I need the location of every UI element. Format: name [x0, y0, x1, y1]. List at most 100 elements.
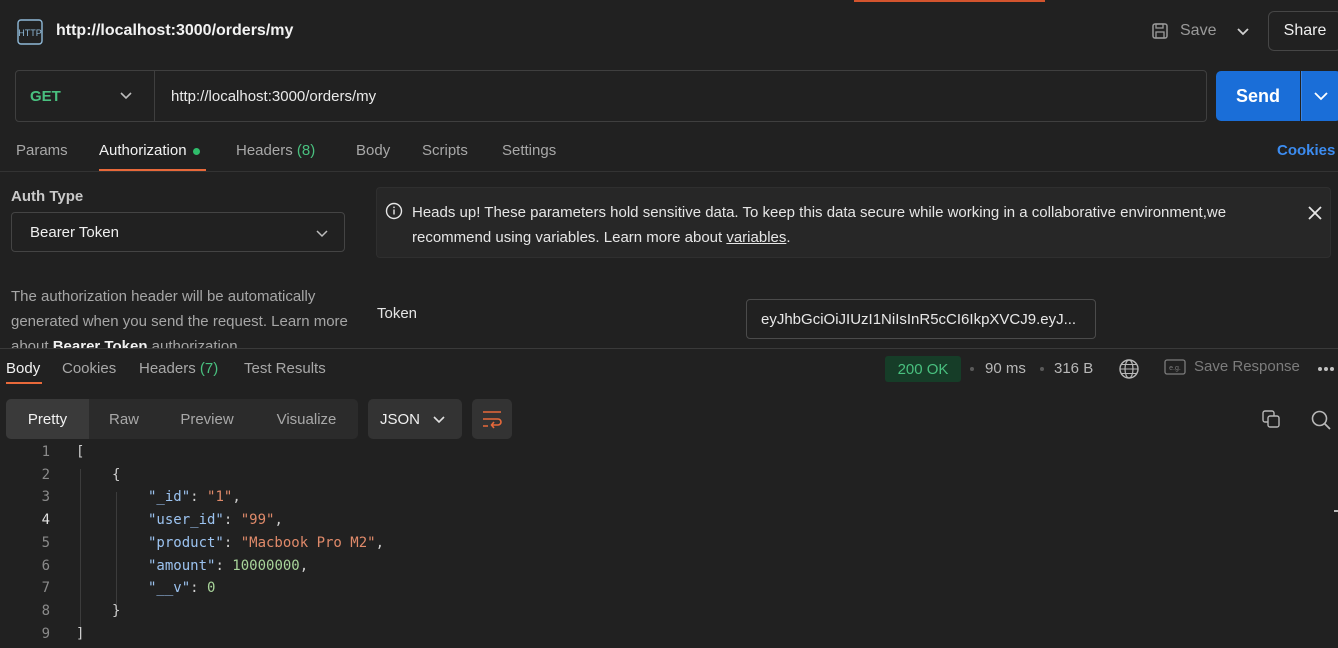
- response-time[interactable]: 90 ms: [985, 360, 1026, 377]
- tab-body[interactable]: Body: [356, 142, 390, 159]
- url-input[interactable]: [171, 85, 1181, 107]
- view-visualize-button[interactable]: Visualize: [255, 399, 358, 439]
- json-key: "_id": [148, 489, 191, 506]
- tab-authorization-label: Authorization: [99, 142, 187, 159]
- tab-settings[interactable]: Settings: [502, 142, 556, 159]
- code-text: {: [112, 466, 121, 483]
- separator-dot: [1040, 367, 1044, 371]
- share-button[interactable]: Share: [1268, 11, 1338, 51]
- scrollbar-marker[interactable]: [1334, 510, 1338, 512]
- response-headers-count: (7): [199, 360, 219, 377]
- variables-link[interactable]: variables: [726, 229, 786, 246]
- send-button[interactable]: Send: [1216, 71, 1300, 121]
- response-divider[interactable]: [0, 348, 1338, 349]
- info-icon: [385, 202, 403, 220]
- save-response-button[interactable]: e.g. Save Response: [1164, 358, 1300, 375]
- code-line: 4 "user_id": "99",: [0, 512, 1338, 535]
- auth-desc-link[interactable]: Bearer Token: [53, 338, 148, 348]
- divider: [0, 171, 1338, 172]
- json-value: "1": [207, 489, 233, 506]
- token-label: Token: [377, 305, 418, 322]
- auth-description: The authorization header will be automat…: [11, 284, 351, 348]
- json-key: "amount": [148, 557, 216, 574]
- line-number: 8: [41, 602, 50, 619]
- chevron-down-icon[interactable]: [1234, 22, 1252, 40]
- tab-authorization[interactable]: Authorization: [99, 142, 200, 159]
- url-bar: GET: [15, 70, 1207, 122]
- view-pretty-button[interactable]: Pretty: [6, 399, 89, 439]
- notice-end: .: [786, 229, 791, 246]
- line-number: 6: [41, 557, 50, 574]
- line-number: 3: [41, 489, 50, 506]
- code-line: 3 "_id": "1",: [0, 489, 1338, 512]
- window-accent-bar: [854, 0, 1045, 2]
- json-key: "product": [148, 534, 224, 551]
- method-select[interactable]: GET: [30, 88, 61, 105]
- wrap-lines-icon: [483, 411, 502, 429]
- code-line: 6 "amount": 10000000,: [0, 558, 1338, 581]
- separator-dot: [970, 367, 974, 371]
- json-key: "user_id": [148, 512, 224, 529]
- tab-headers-label: Headers: [236, 142, 293, 159]
- response-tab-cookies[interactable]: Cookies: [62, 360, 116, 377]
- svg-text:e.g.: e.g.: [1169, 365, 1181, 372]
- tab-params[interactable]: Params: [16, 142, 68, 159]
- code-text: ]: [76, 625, 85, 642]
- json-key: "__v": [148, 580, 191, 597]
- code-text: [: [76, 444, 85, 460]
- svg-text:HTTP: HTTP: [18, 28, 42, 38]
- copy-icon[interactable]: [1261, 409, 1281, 429]
- save-response-label: Save Response: [1194, 358, 1300, 375]
- tab-scripts[interactable]: Scripts: [422, 142, 468, 159]
- search-icon[interactable]: [1310, 409, 1332, 431]
- globe-icon[interactable]: [1118, 358, 1140, 380]
- more-options-icon[interactable]: [1317, 366, 1335, 372]
- save-label: Save: [1180, 22, 1217, 39]
- format-select[interactable]: JSON: [368, 399, 462, 439]
- tab-headers[interactable]: Headers (8): [236, 142, 315, 159]
- code-line: 8 }: [0, 603, 1338, 626]
- json-value: 10000000: [232, 557, 300, 574]
- chevron-down-icon: [433, 416, 445, 424]
- view-preview-button[interactable]: Preview: [159, 399, 255, 439]
- response-tab-headers[interactable]: Headers (7): [139, 360, 218, 377]
- response-size[interactable]: 316 B: [1054, 360, 1093, 377]
- view-raw-button[interactable]: Raw: [89, 399, 159, 439]
- code-line: 5 "product": "Macbook Pro M2",: [0, 535, 1338, 558]
- view-mode-group: Pretty Raw Preview Visualize: [6, 399, 358, 439]
- sensitive-data-notice: Heads up! These parameters hold sensitiv…: [376, 187, 1331, 258]
- status-badge[interactable]: 200 OK: [885, 356, 961, 382]
- auth-type-value: Bearer Token: [30, 223, 119, 241]
- code-line: 2 {: [0, 467, 1338, 490]
- response-tab-test-results[interactable]: Test Results: [244, 360, 326, 377]
- line-number: 5: [41, 534, 50, 551]
- active-indicator-dot: [192, 147, 200, 155]
- headers-count: (8): [296, 142, 316, 159]
- request-title: http://localhost:3000/orders/my: [56, 22, 294, 39]
- chevron-down-icon: [316, 230, 328, 238]
- close-icon[interactable]: [1307, 205, 1323, 221]
- json-value: "99": [240, 512, 275, 529]
- line-number: 9: [41, 625, 50, 642]
- line-number: 1: [41, 444, 50, 460]
- code-line: 9 ]: [0, 626, 1338, 648]
- format-value: JSON: [380, 410, 421, 428]
- token-input[interactable]: eyJhbGciOiJIUzI1NiIsInR5cCI6IkpXVCJ9.eyJ…: [746, 299, 1096, 339]
- active-tab-underline: [6, 382, 42, 384]
- response-tab-body[interactable]: Body: [6, 360, 40, 377]
- notice-text: Heads up! These parameters hold sensitiv…: [412, 200, 1302, 250]
- http-request-icon: HTTP: [17, 19, 43, 45]
- notice-message: Heads up! These parameters hold sensitiv…: [412, 204, 1227, 246]
- code-text: }: [112, 602, 121, 619]
- chevron-down-icon[interactable]: [118, 87, 134, 103]
- example-icon: e.g.: [1164, 358, 1186, 375]
- response-body-viewer[interactable]: 1 [ 2 { 3 "_id": "1", 4 "user_id": "99",…: [0, 444, 1338, 642]
- line-number: 2: [41, 466, 50, 483]
- auth-type-select[interactable]: Bearer Token: [11, 212, 345, 252]
- send-options-button[interactable]: [1301, 71, 1338, 121]
- wrap-lines-button[interactable]: [472, 399, 512, 439]
- save-button[interactable]: Save: [1150, 16, 1216, 46]
- line-number: 7: [41, 580, 50, 597]
- cookies-link[interactable]: Cookies: [1277, 142, 1335, 159]
- divider: [154, 71, 155, 121]
